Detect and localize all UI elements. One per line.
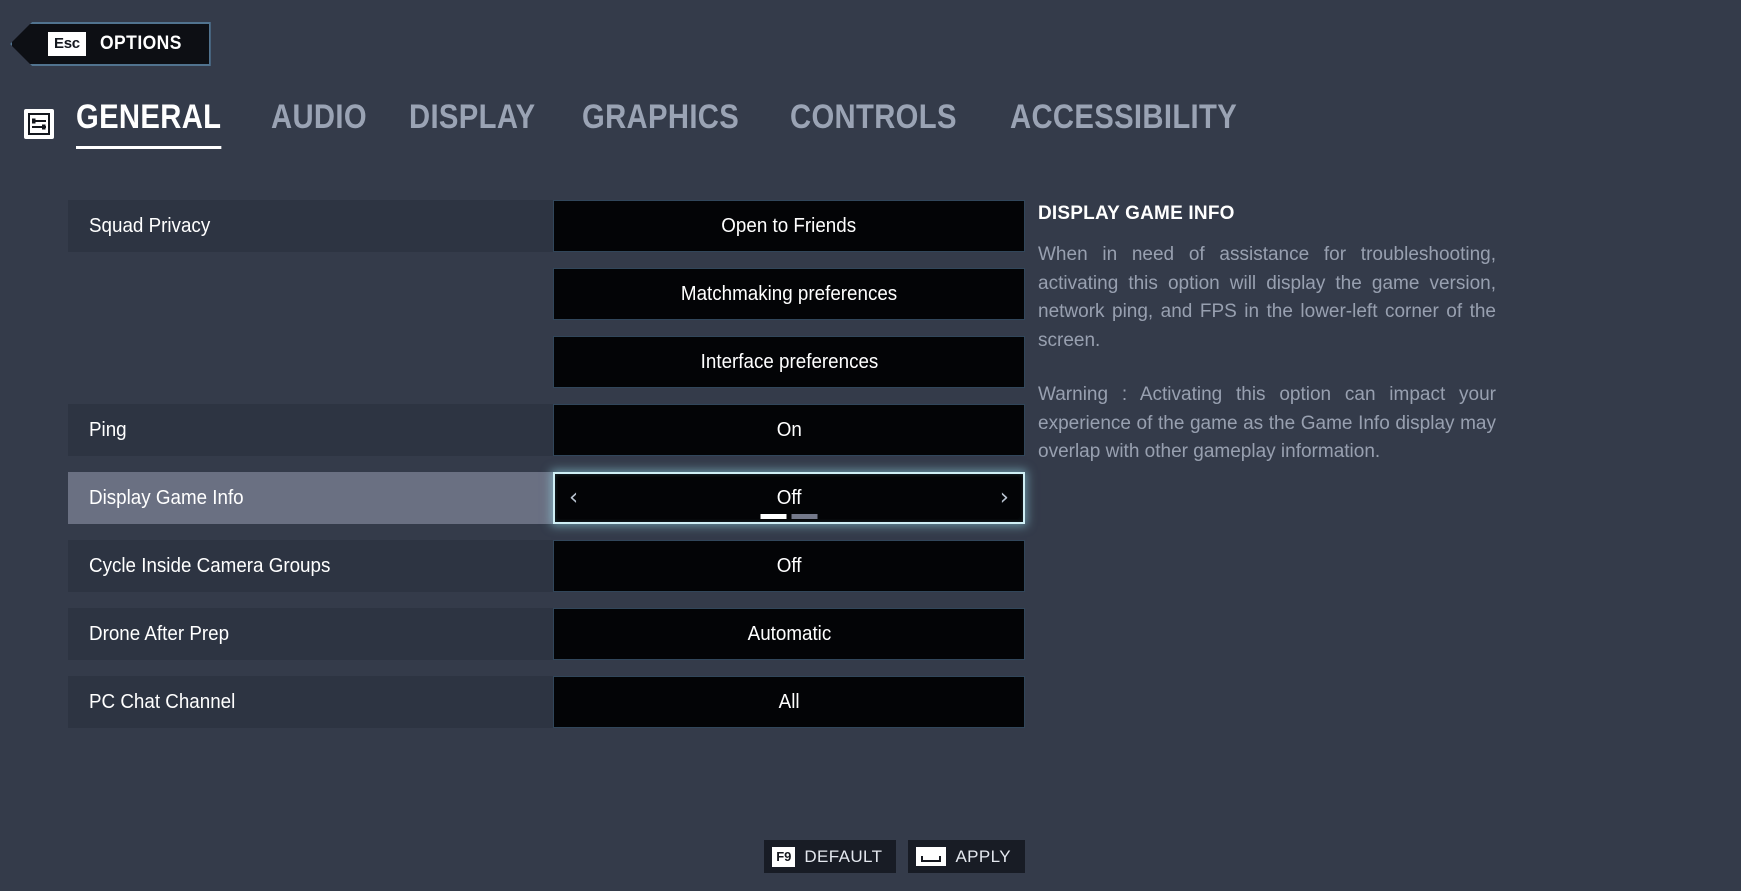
settings-tabbar: GENERAL AUDIO DISPLAY GRAPHICS CONTROLS ACCES… (24, 98, 1274, 149)
row-value-text: Open to Friends (721, 214, 857, 237)
tab-accessibility[interactable]: ACCESSIBILITY (1010, 98, 1237, 149)
description-panel: DISPLAY GAME INFO When in need of assist… (1038, 203, 1496, 467)
row-value-text: Automatic (747, 622, 831, 645)
settings-list: Squad Privacy Open to Friends Matchmaking … (68, 200, 1025, 744)
row-value-button[interactable]: ‹ Off › (553, 472, 1025, 524)
row-label: Squad Privacy (89, 214, 211, 237)
row-label-background (68, 268, 565, 320)
settings-row[interactable]: Drone After Prep Automatic (68, 608, 1025, 660)
tab-audio[interactable]: AUDIO (271, 98, 367, 149)
tab-graphics[interactable]: GRAPHICS (582, 98, 739, 149)
description-warning: Warning : Activating this option can imp… (1038, 384, 1496, 462)
description-title: DISPLAY GAME INFO (1038, 203, 1235, 224)
esc-options-banner[interactable]: Esc OPTIONS (10, 22, 211, 66)
row-label-background (68, 336, 565, 388)
row-label: Display Game Info (89, 486, 244, 509)
f9-key-badge: F9 (772, 846, 796, 867)
chevron-right-icon[interactable]: › (1000, 486, 1009, 510)
apply-button-label: APPLY (955, 846, 1011, 866)
row-value-button[interactable]: On (553, 404, 1025, 456)
options-screen: Esc OPTIONS GENERAL AUDIO DISPLAY GRAPHICS C… (0, 0, 1741, 891)
row-value-button[interactable]: Off (553, 540, 1025, 592)
row-value-button[interactable]: Matchmaking preferences (553, 268, 1025, 320)
row-value-button[interactable]: Interface preferences (553, 336, 1025, 388)
settings-row[interactable]: Display Game Info ‹ Off › (68, 472, 1025, 524)
tab-list: GENERAL AUDIO DISPLAY GRAPHICS CONTROLS ACCES… (76, 98, 1274, 149)
settings-row[interactable]: Interface preferences (68, 336, 1025, 388)
default-button[interactable]: F9 DEFAULT (764, 840, 897, 873)
page-indicator-dot (791, 514, 818, 519)
settings-row[interactable]: Squad Privacy Open to Friends (68, 200, 1025, 252)
chevron-left-icon[interactable]: ‹ (569, 486, 578, 510)
tab-display[interactable]: DISPLAY (409, 98, 535, 149)
row-label: Cycle Inside Camera Groups (89, 554, 331, 577)
row-value-text: Matchmaking preferences (680, 282, 898, 305)
row-label: Drone After Prep (89, 622, 230, 645)
row-value-button[interactable]: Automatic (553, 608, 1025, 660)
row-label-background (68, 404, 565, 456)
settings-row[interactable]: Ping On (68, 404, 1025, 456)
row-value-button[interactable]: All (553, 676, 1025, 728)
row-value-text: On (776, 418, 802, 441)
tab-general[interactable]: GENERAL (76, 98, 222, 149)
row-value-text: Off (776, 554, 802, 577)
description-paragraph: When in need of assistance for troublesh… (1038, 244, 1496, 351)
page-indicator (760, 514, 818, 519)
settings-row[interactable]: Cycle Inside Camera Groups Off (68, 540, 1025, 592)
row-value-button[interactable]: Open to Friends (553, 200, 1025, 252)
sliders-settings-icon (24, 108, 54, 139)
footer-actions: F9 DEFAULT APPLY (68, 840, 1025, 873)
tab-controls[interactable]: CONTROLS (790, 98, 957, 149)
esc-key-badge: Esc (48, 32, 86, 56)
settings-row[interactable]: Matchmaking preferences (68, 268, 1025, 320)
page-indicator-dot (760, 514, 787, 519)
options-title: OPTIONS (99, 33, 182, 54)
row-label: PC Chat Channel (89, 690, 236, 713)
row-label: Ping (89, 418, 127, 441)
space-bar-icon (916, 847, 947, 866)
apply-button[interactable]: APPLY (908, 840, 1025, 873)
row-value-text: Off (776, 486, 802, 509)
row-value-text: Interface preferences (700, 350, 878, 373)
settings-row[interactable]: PC Chat Channel All (68, 676, 1025, 728)
default-button-label: DEFAULT (804, 846, 883, 866)
row-value-text: All (778, 690, 800, 713)
